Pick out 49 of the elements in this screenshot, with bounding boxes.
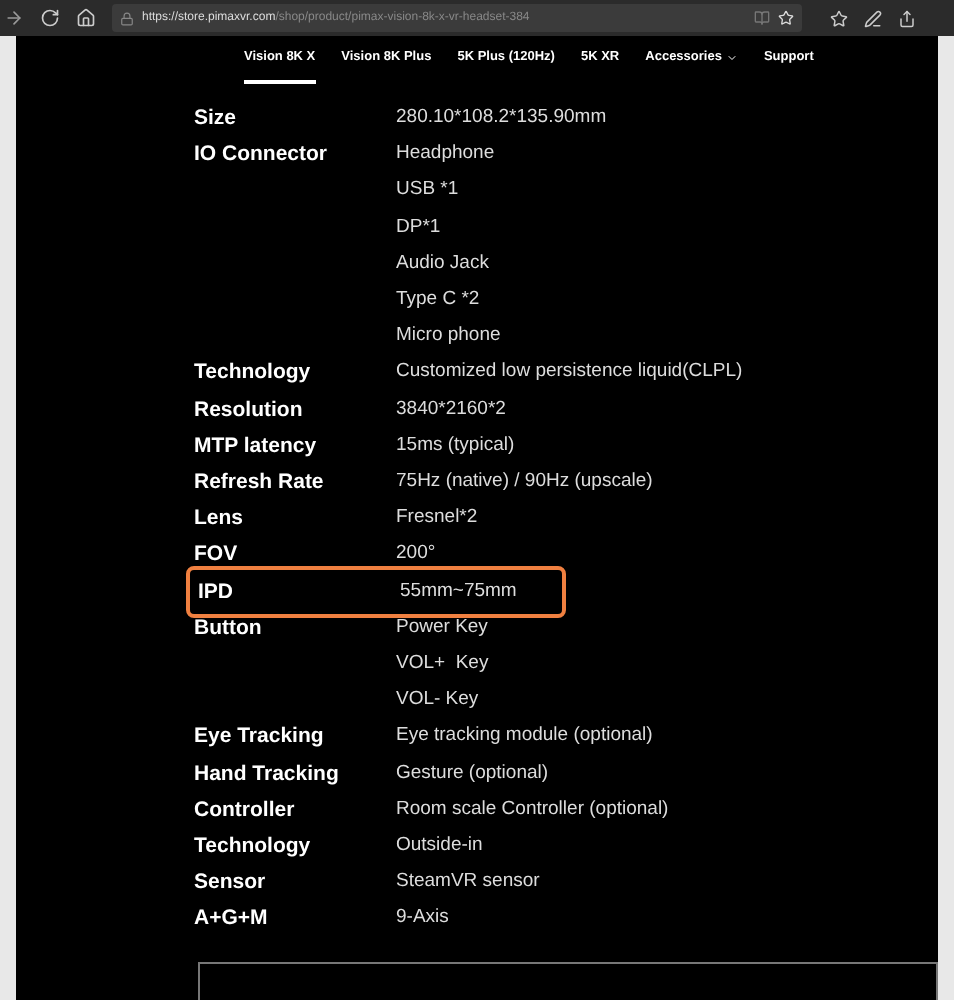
share-icon[interactable] — [898, 9, 916, 27]
spec-label: IO Connector — [194, 140, 330, 171]
spec-value: SteamVR sensor — [396, 868, 540, 897]
spec-value: Micro phone — [396, 322, 501, 351]
spec-label: Refresh Rate — [194, 468, 326, 499]
home-icon[interactable] — [76, 8, 96, 28]
spec-label: Size — [194, 104, 239, 134]
spec-label: Sensor — [194, 868, 268, 899]
spec-value: Audio Jack — [396, 249, 491, 278]
spec-label: Button — [194, 613, 264, 644]
spec-value: 15ms (typical) — [396, 431, 515, 460]
spec-value: 280.10*108.2*135.90mm — [396, 104, 607, 132]
spec-label: Hand Tracking — [194, 759, 341, 790]
spec-value: Customized low persistence liquid(CLPL) — [396, 358, 743, 387]
spec-label: Eye Tracking — [194, 722, 326, 753]
spec-label: Technology — [194, 358, 313, 389]
star-icon[interactable] — [778, 10, 794, 26]
spec-value: DP*1 — [396, 213, 443, 242]
spec-value: 9-Axis — [396, 904, 449, 933]
reload-icon[interactable] — [40, 8, 60, 28]
spec-value: 55mm~75mm — [400, 577, 517, 606]
spec-value: Power Key — [396, 613, 489, 642]
spec-value: 3840*2160*2 — [396, 395, 506, 424]
reader-icon[interactable] — [754, 10, 770, 26]
spec-label: Lens — [194, 504, 246, 535]
caret-icon — [725, 52, 738, 64]
spec-label: MTP latency — [194, 431, 319, 462]
spec-label: Controller — [194, 795, 297, 826]
pen-icon[interactable] — [864, 9, 882, 27]
spec-value: Gesture (optional) — [396, 759, 549, 788]
spec-label: Technology — [194, 832, 313, 863]
spec-value: VOL+ Key — [396, 650, 489, 679]
spec-label: A+G+M — [194, 904, 270, 935]
spec-value: 200° — [396, 540, 436, 569]
spec-label: FOV — [194, 540, 240, 571]
spec-label: IPD — [198, 577, 236, 608]
spec-label: Resolution — [194, 395, 305, 426]
spec-value: VOL- Key — [396, 686, 481, 715]
spec-value: Fresnel*2 — [396, 504, 478, 533]
spec-value: Headphone — [396, 140, 497, 169]
spec-value: USB *1 — [396, 176, 461, 205]
lock-icon — [120, 11, 134, 25]
forward-icon[interactable] — [4, 8, 24, 28]
spec-value: Type C *2 — [396, 286, 482, 315]
spec-value: 75Hz (native) / 90Hz (upscale) — [396, 468, 653, 497]
spec-value: Room scale Controller (optional) — [396, 795, 669, 824]
spec-value: Eye tracking module (optional) — [396, 722, 653, 751]
favorites-icon[interactable] — [830, 9, 848, 27]
spec-value: Outside-in — [396, 832, 483, 861]
